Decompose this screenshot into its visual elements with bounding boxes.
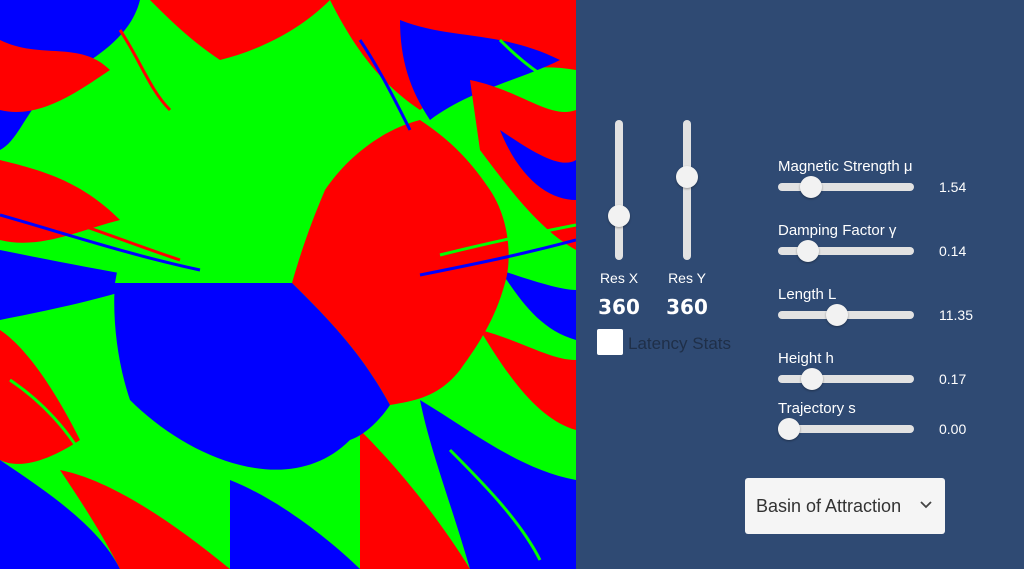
latency-stats-checkbox[interactable] (597, 329, 623, 355)
param-trajectory: Trajectory s 0.00 (778, 400, 1018, 440)
trajectory-value: 0.00 (939, 421, 967, 437)
control-panel: Res X Res Y 360 360 Latency Stats Magnet… (576, 0, 1024, 569)
basin-visualization[interactable] (0, 0, 576, 569)
chevron-down-icon (920, 501, 932, 509)
mode-dropdown[interactable]: Basin of Attraction (745, 478, 945, 534)
res-y-slider-thumb[interactable] (676, 166, 698, 189)
length-value: 11.35 (939, 307, 973, 323)
height-label: Height h (778, 350, 834, 367)
res-y-label: Res Y (668, 270, 706, 286)
magnetic-strength-label: Magnetic Strength μ (778, 158, 913, 175)
res-x-slider-thumb[interactable] (608, 204, 630, 227)
damping-factor-slider-thumb[interactable] (797, 240, 820, 262)
param-height: Height h 0.17 (778, 350, 1018, 390)
res-y-value: 360 (666, 295, 708, 319)
latency-stats-label: Latency Stats (628, 334, 732, 353)
param-magnetic-strength: Magnetic Strength μ 1.54 (778, 158, 1018, 198)
length-label: Length L (778, 286, 837, 303)
res-x-slider[interactable] (608, 120, 630, 260)
damping-factor-label: Damping Factor γ (778, 222, 897, 239)
damping-factor-value: 0.14 (939, 243, 967, 259)
basin-image (0, 0, 576, 569)
length-slider-thumb[interactable] (825, 304, 848, 326)
height-value: 0.17 (939, 371, 967, 387)
res-y-slider-track (683, 120, 691, 260)
height-slider-thumb[interactable] (800, 368, 823, 390)
magnetic-strength-value: 1.54 (939, 179, 967, 195)
param-length: Length L 11.35 (778, 286, 1018, 326)
res-x-value: 360 (598, 295, 640, 319)
magnetic-strength-slider[interactable] (778, 183, 914, 191)
res-x-slider-track (615, 120, 623, 260)
res-x-label: Res X (599, 270, 639, 286)
trajectory-label: Trajectory s (778, 400, 856, 417)
magnetic-strength-slider-thumb[interactable] (799, 176, 822, 198)
param-damping-factor: Damping Factor γ 0.14 (778, 222, 1018, 262)
mode-dropdown-value: Basin of Attraction (756, 495, 902, 516)
res-y-slider[interactable] (676, 120, 698, 260)
trajectory-slider-thumb[interactable] (778, 418, 800, 440)
height-slider[interactable] (778, 375, 914, 383)
